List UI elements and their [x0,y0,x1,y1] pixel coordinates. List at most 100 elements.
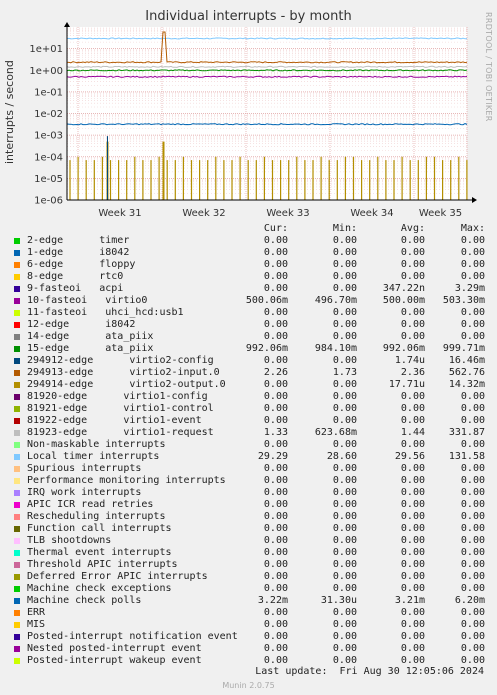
legend-swatch [14,334,20,340]
legend-avg: 0.00 [400,259,425,270]
legend-swatch [14,526,20,532]
legend-avg: 0.00 [400,655,425,666]
legend-swatch [14,562,20,568]
legend-avg: 0.00 [400,331,425,342]
legend-label: Spurious interrupts [27,463,142,474]
legend-cur: 0.00 [263,415,288,426]
legend-avg: 0.00 [400,439,425,450]
legend-avg: 0.00 [400,631,425,642]
y-tick-label: 1e-05 [34,174,63,185]
legend-swatch [14,238,20,244]
legend-avg: 0.00 [400,583,425,594]
legend-min: 0.00 [332,235,357,246]
legend-avg: 0.00 [400,391,425,402]
legend-label: ERR [27,607,46,618]
legend-swatch [14,346,20,352]
legend-avg: 0.00 [400,475,425,486]
header-avg: Avg: [400,223,425,234]
legend-avg: 0.00 [400,511,425,522]
legend-label: 1-edge i8042 [27,247,130,258]
munin-version: Munin 2.0.75 [222,681,275,690]
legend-cur: 0.00 [263,547,288,558]
legend-max: 331.87 [448,427,485,438]
legend-label: IRQ work interrupts [27,487,142,498]
legend-swatch [14,298,20,304]
legend-label: Rescheduling interrupts [27,511,166,522]
legend-cur: 0.00 [263,487,288,498]
legend-label: 81922-edge virtio1-event [27,415,202,426]
legend-avg: 3.21m [394,595,425,606]
y-tick-labels: 1e+01 1e+00 1e-01 1e-02 1e-03 1e-04 1e-05 1e-06 [29,44,63,206]
legend-min: 0.00 [332,619,357,630]
legend-cur: 0.00 [263,391,288,402]
legend-min: 0.00 [332,475,357,486]
legend-max: 6.20m [454,595,485,606]
legend-label: APIC ICR read retries [27,499,154,510]
legend-min: 0.00 [332,607,357,618]
legend-label: 294914-edge virtio2-output.0 [27,379,226,390]
legend-min: 0.00 [332,439,357,450]
legend-min: 0.00 [332,271,357,282]
legend-min: 623.68m [314,427,357,438]
legend-swatch [14,262,20,268]
legend-max: 0.00 [460,643,485,654]
legend-cur: 0.00 [263,403,288,414]
legend-swatch [14,466,20,472]
legend-swatch [14,502,20,508]
legend-swatch [14,610,20,616]
legend-swatch [14,538,20,544]
chart-svg: 1e+01 1e+00 1e-01 1e-02 1e-03 1e-04 1e-05 1e-06… [29,22,477,219]
legend-max: 0.00 [460,307,485,318]
legend-max: 0.00 [460,631,485,642]
legend-avg: 2.36 [400,367,425,378]
legend-cur: 0.00 [263,607,288,618]
legend-cur: 0.00 [263,355,288,366]
legend-label: Machine check polls [27,595,142,606]
legend-avg: 0.00 [400,607,425,618]
legend-swatch [14,550,20,556]
legend-avg: 0.00 [400,559,425,570]
legend-max: 0.00 [460,391,485,402]
legend-max: 0.00 [460,259,485,270]
x-tick-label: Week 33 [266,208,309,219]
legend-min: 0.00 [332,499,357,510]
legend-label: MIS [27,619,46,630]
legend-max: 0.00 [460,439,485,450]
legend-max: 0.00 [460,319,485,330]
legend-swatch [14,274,20,280]
legend-avg: 0.00 [400,643,425,654]
legend-label: 81920-edge virtio1-config [27,391,208,402]
legend-avg: 0.00 [400,523,425,534]
legend-avg: 0.00 [400,403,425,414]
legend-avg: 17.71u [388,379,425,390]
legend-min: 0.00 [332,583,357,594]
legend-label: 81921-edge virtio1-control [27,403,214,414]
x-tick-label: Week 32 [182,208,225,219]
y-axis-arrow [64,22,70,27]
legend-avg: 0.00 [400,547,425,558]
legend-cur: 0.00 [263,247,288,258]
legend-min: 0.00 [332,379,357,390]
legend-cur: 0.00 [263,319,288,330]
legend-max: 131.58 [448,451,485,462]
legend-max: 0.00 [460,547,485,558]
legend-swatch [14,406,20,412]
legend-avg: 500.00m [382,295,425,306]
last-update: Last update: Fri Aug 30 12:05:06 2024 [255,666,484,677]
legend-label: Performance monitoring interrupts [27,475,226,486]
legend-min: 0.00 [332,355,357,366]
legend-max: 0.00 [460,415,485,426]
legend-swatch [14,490,20,496]
legend-cur: 1.33 [263,427,288,438]
legend-label: 294912-edge virtio2-config [27,355,214,366]
legend-swatch [14,382,20,388]
legend-swatch [14,418,20,424]
legend-swatch [14,454,20,460]
legend-swatch [14,646,20,652]
legend-cur: 0.00 [263,235,288,246]
legend-label: Thermal event interrupts [27,547,172,558]
legend-label: 14-edge ata_piix [27,331,154,342]
legend-label: Posted-interrupt notification event [27,631,238,642]
legend-swatch [14,634,20,640]
legend-cur: 0.00 [263,571,288,582]
